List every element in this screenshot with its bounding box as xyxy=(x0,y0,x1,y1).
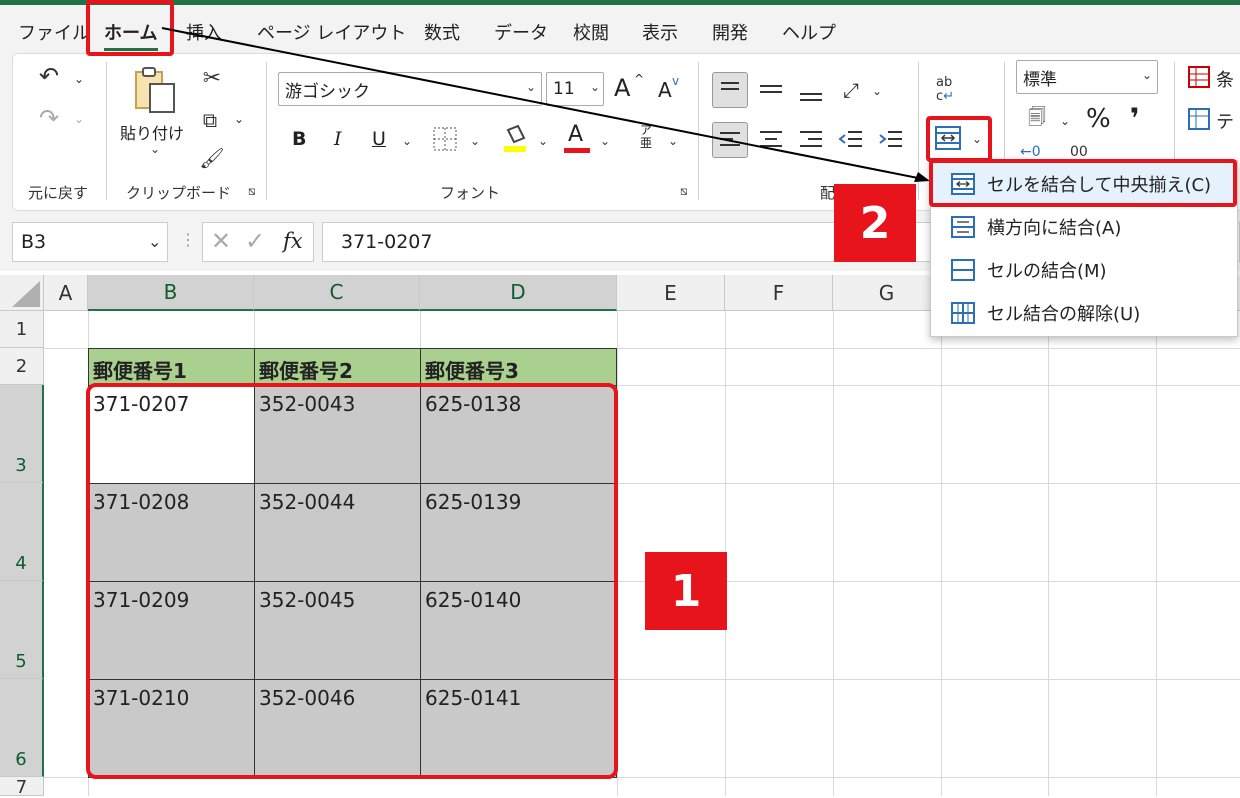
annotation-arrow xyxy=(161,27,930,182)
menu-item-merge-cells[interactable]: セルの結合(M) xyxy=(931,249,1237,291)
highlight-merge-center-item xyxy=(929,159,1237,207)
menu-item-unmerge-cells[interactable]: セル結合の解除(U) xyxy=(931,292,1237,334)
menu-item-label: 横方向に結合(A) xyxy=(987,218,1122,239)
unmerge-cells-icon xyxy=(951,302,975,324)
step-badge-1: 1 xyxy=(645,552,727,630)
menu-item-merge-across[interactable]: 横方向に結合(A) xyxy=(931,206,1237,248)
menu-item-label: セルの結合(M) xyxy=(987,261,1107,282)
menu-item-label: セル結合の解除(U) xyxy=(987,304,1141,325)
merge-across-icon xyxy=(951,216,975,238)
merge-cells-icon xyxy=(951,259,975,281)
step-badge-2: 2 xyxy=(834,184,916,262)
